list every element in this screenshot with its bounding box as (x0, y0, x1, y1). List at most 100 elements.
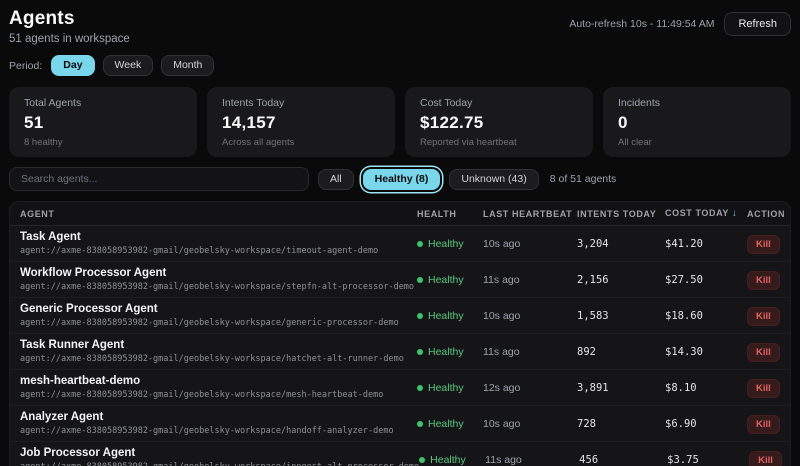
kill-button[interactable]: Kill (747, 379, 780, 398)
stat-label: Total Agents (24, 97, 182, 109)
action-cell: Kill (749, 450, 782, 466)
intents-today: 728 (577, 418, 665, 430)
health-label: Healthy (428, 310, 464, 322)
kill-button[interactable]: Kill (747, 415, 780, 434)
cost-today: $3.75 (667, 454, 749, 466)
table-header: Agent Health Last Heartbeat Intents Toda… (10, 202, 790, 226)
column-header-action[interactable]: Action (747, 209, 780, 219)
intents-today: 456 (579, 454, 667, 466)
agent-count: 8 of 51 agents (550, 173, 617, 185)
stat-card-intents-today: Intents Today 14,157 Across all agents (207, 87, 395, 157)
auto-refresh-status: Auto-refresh 10s - 11:49:54 AM (569, 18, 714, 30)
agent-uri: agent://axme-838058953982-gmail/geobelsk… (20, 353, 417, 365)
period-day-button[interactable]: Day (51, 55, 94, 76)
agent-cell: Task Runner Agent agent://axme-838058953… (20, 338, 417, 365)
stat-value: 14,157 (222, 113, 380, 133)
cost-today: $27.50 (665, 274, 747, 286)
stat-card-incidents: Incidents 0 All clear (603, 87, 791, 157)
refresh-button[interactable]: Refresh (724, 12, 791, 36)
agent-uri: agent://axme-838058953982-gmail/geobelsk… (20, 389, 417, 401)
health-dot-icon (417, 277, 423, 283)
period-selector: Period: Day Week Month (9, 55, 791, 76)
agent-cell: Generic Processor Agent agent://axme-838… (20, 302, 417, 329)
filter-healthy-button[interactable]: Healthy (8) (363, 169, 441, 190)
table-row: Analyzer Agent agent://axme-838058953982… (10, 405, 790, 441)
stat-label: Cost Today (420, 97, 578, 109)
kill-button[interactable]: Kill (747, 235, 780, 254)
action-cell: Kill (747, 234, 780, 254)
kill-button[interactable]: Kill (747, 271, 780, 290)
page-subtitle: 51 agents in workspace (9, 33, 130, 46)
period-label: Period: (9, 60, 42, 72)
health-label: Healthy (428, 418, 464, 430)
agent-cell: Job Processor Agent agent://axme-8380589… (20, 446, 419, 466)
topbar: Agents 51 agents in workspace Auto-refre… (9, 8, 791, 46)
action-cell: Kill (747, 342, 780, 362)
search-input[interactable] (9, 167, 309, 191)
intents-today: 892 (577, 346, 665, 358)
intents-today: 3,891 (577, 382, 665, 394)
table-row: Task Runner Agent agent://axme-838058953… (10, 333, 790, 369)
health-dot-icon (417, 385, 423, 391)
agent-uri: agent://axme-838058953982-gmail/geobelsk… (20, 317, 417, 329)
agent-uri: agent://axme-838058953982-gmail/geobelsk… (20, 245, 417, 257)
table-row: Job Processor Agent agent://axme-8380589… (10, 441, 790, 466)
health-status: Healthy (417, 238, 483, 250)
agent-name: Analyzer Agent (20, 410, 417, 424)
last-heartbeat: 12s ago (483, 382, 577, 394)
intents-today: 2,156 (577, 274, 665, 286)
health-label: Healthy (428, 274, 464, 286)
last-heartbeat: 11s ago (483, 274, 577, 286)
agent-name: Generic Processor Agent (20, 302, 417, 316)
agent-uri: agent://axme-838058953982-gmail/geobelsk… (20, 461, 419, 466)
title-block: Agents 51 agents in workspace (9, 8, 130, 46)
column-header-agent[interactable]: Agent (20, 209, 417, 219)
cost-today: $18.60 (665, 310, 747, 322)
period-week-button[interactable]: Week (103, 55, 154, 76)
action-cell: Kill (747, 306, 780, 326)
table-row: Workflow Processor Agent agent://axme-83… (10, 261, 790, 297)
health-status: Healthy (417, 274, 483, 286)
agent-cell: mesh-heartbeat-demo agent://axme-8380589… (20, 374, 417, 401)
agent-name: Task Runner Agent (20, 338, 417, 352)
agent-uri: agent://axme-838058953982-gmail/geobelsk… (20, 425, 417, 437)
health-dot-icon (417, 313, 423, 319)
health-status: Healthy (417, 310, 483, 322)
column-header-cost-today[interactable]: Cost Today↓ (665, 208, 747, 219)
stat-sub: 8 healthy (24, 137, 182, 148)
cost-today: $8.10 (665, 382, 747, 394)
filter-all-button[interactable]: All (318, 169, 354, 190)
topbar-right: Auto-refresh 10s - 11:49:54 AM Refresh (569, 8, 791, 36)
last-heartbeat: 11s ago (485, 454, 579, 466)
agent-uri: agent://axme-838058953982-gmail/geobelsk… (20, 281, 417, 293)
stat-value: $122.75 (420, 113, 578, 133)
action-cell: Kill (747, 414, 780, 434)
column-header-health[interactable]: Health (417, 209, 483, 219)
action-cell: Kill (747, 378, 780, 398)
period-month-button[interactable]: Month (161, 55, 214, 76)
agent-cell: Analyzer Agent agent://axme-838058953982… (20, 410, 417, 437)
stat-sub: Across all agents (222, 137, 380, 148)
column-header-last-heartbeat[interactable]: Last Heartbeat (483, 209, 577, 219)
health-dot-icon (419, 457, 425, 463)
stat-value: 0 (618, 113, 776, 133)
cost-today: $41.20 (665, 238, 747, 250)
stat-sub: All clear (618, 137, 776, 148)
agent-name: Job Processor Agent (20, 446, 419, 460)
kill-button[interactable]: Kill (747, 307, 780, 326)
sort-descending-icon: ↓ (732, 208, 737, 219)
kill-button[interactable]: Kill (749, 451, 782, 466)
kill-button[interactable]: Kill (747, 343, 780, 362)
table-row: mesh-heartbeat-demo agent://axme-8380589… (10, 369, 790, 405)
filter-unknown-button[interactable]: Unknown (43) (449, 169, 538, 190)
agents-table: Agent Health Last Heartbeat Intents Toda… (9, 201, 791, 466)
stat-value: 51 (24, 113, 182, 133)
health-status: Healthy (419, 454, 485, 466)
cost-today: $6.90 (665, 418, 747, 430)
column-header-intents-today[interactable]: Intents Today (577, 209, 665, 219)
health-status: Healthy (417, 418, 483, 430)
last-heartbeat: 10s ago (483, 418, 577, 430)
intents-today: 3,204 (577, 238, 665, 250)
stat-label: Incidents (618, 97, 776, 109)
last-heartbeat: 11s ago (483, 346, 577, 358)
